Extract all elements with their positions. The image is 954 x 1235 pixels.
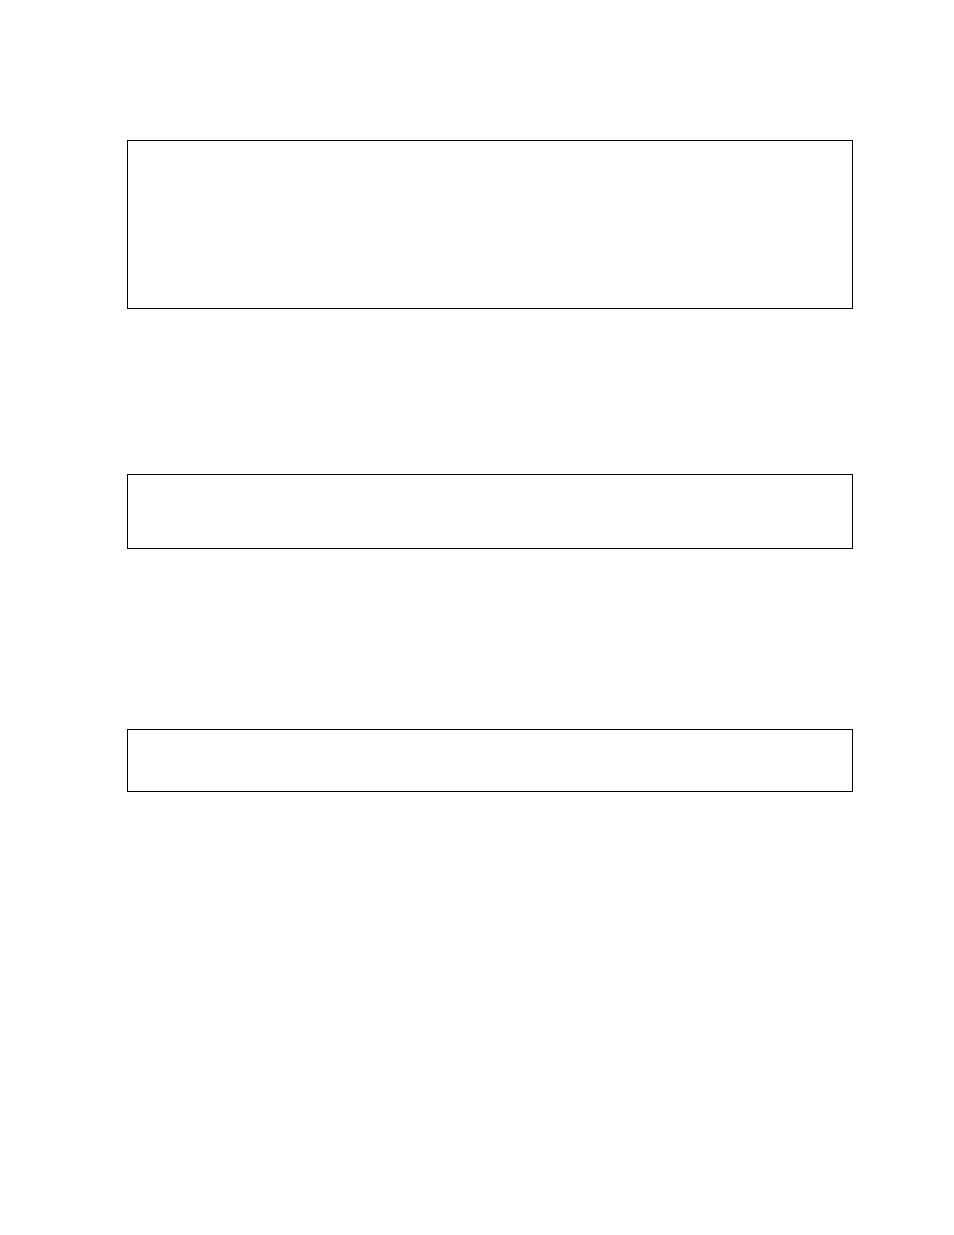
rectangle-box-3 — [127, 729, 853, 792]
rectangle-box-1 — [127, 140, 853, 309]
rectangle-box-2 — [127, 474, 853, 549]
